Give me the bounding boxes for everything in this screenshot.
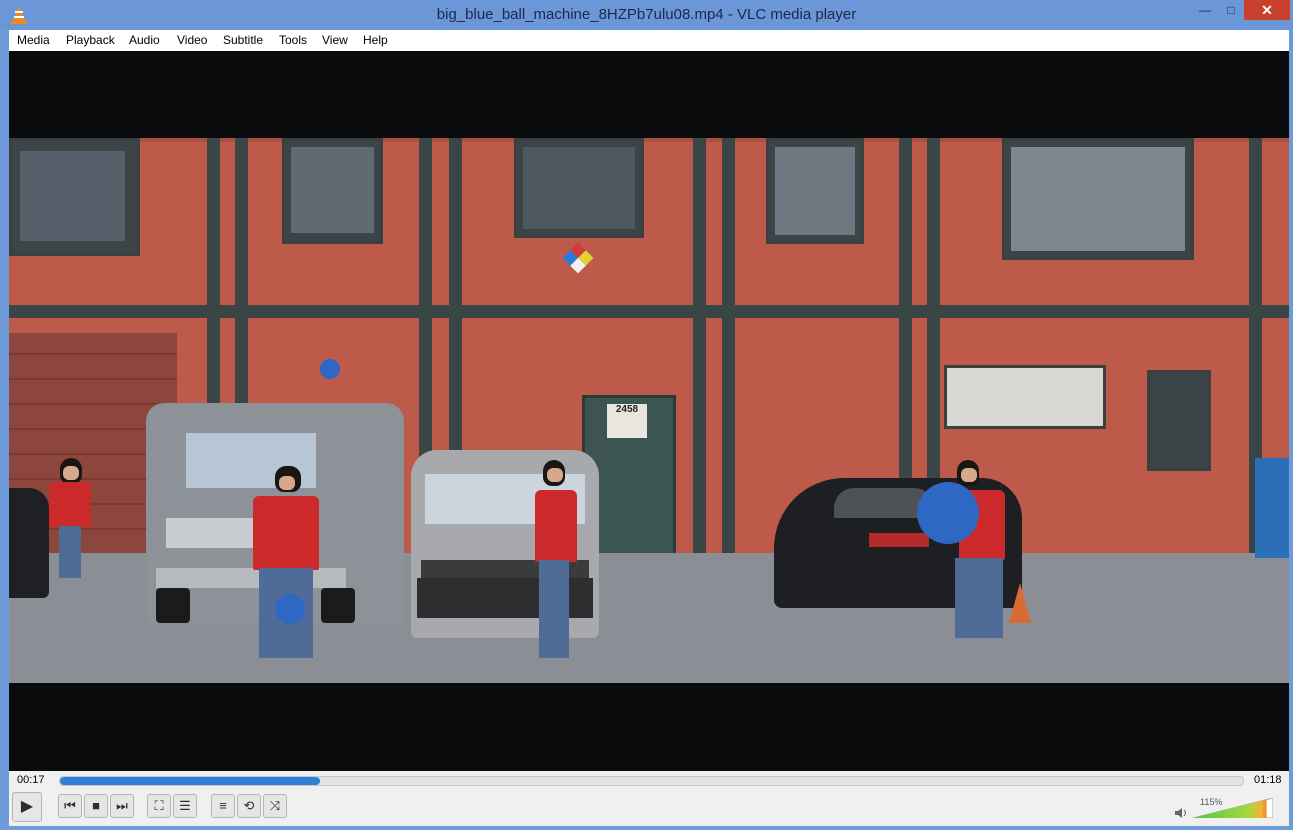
menu-bar: Media Playback Audio Video Subtitle Tool… — [9, 30, 1289, 51]
big-blue-ball — [917, 482, 979, 544]
menu-subtitle[interactable]: Subtitle — [223, 33, 263, 47]
upper-window — [1002, 138, 1194, 260]
parked-car — [9, 488, 49, 598]
play-button[interactable]: ▶ — [12, 792, 42, 822]
menu-video[interactable]: Video — [177, 33, 207, 47]
menu-help[interactable]: Help — [363, 33, 388, 47]
speaker-icon[interactable] — [1174, 806, 1188, 820]
seek-progress — [60, 777, 321, 785]
upper-window — [514, 138, 644, 238]
traffic-cone — [1009, 583, 1031, 623]
upper-window — [766, 138, 864, 244]
close-button[interactable]: ✕ — [1244, 0, 1290, 20]
barred-window — [1147, 370, 1211, 471]
maximize-button[interactable]: □ — [1218, 0, 1244, 20]
pillar — [722, 138, 735, 578]
random-button[interactable]: ⤨ — [263, 794, 287, 818]
menu-view[interactable]: View — [322, 33, 348, 47]
minimize-button[interactable]: — — [1192, 0, 1218, 20]
elapsed-time: 00:17 — [17, 774, 45, 786]
pillar — [693, 138, 706, 578]
fullscreen-button[interactable]: ⛶ — [147, 794, 171, 818]
total-time: 01:18 — [1254, 774, 1282, 786]
menu-tools[interactable]: Tools — [279, 33, 307, 47]
upper-window — [282, 138, 383, 244]
blue-ball — [275, 594, 305, 624]
video-frame: 2458 — [9, 138, 1289, 683]
blue-ball — [320, 359, 340, 379]
window-title: big_blue_ball_machine_8HZPb7ulu08.mp4 - … — [436, 6, 857, 23]
next-button[interactable]: ⏭ — [110, 794, 134, 818]
hazard-placard — [562, 242, 594, 274]
dumpster — [1255, 458, 1289, 558]
video-display[interactable]: 2458 — [9, 51, 1289, 771]
door-number: 2458 — [607, 404, 647, 438]
loop-button[interactable]: ⟲ — [237, 794, 261, 818]
title-bar: big_blue_ball_machine_8HZPb7ulu08.mp4 - … — [0, 0, 1293, 30]
lower-window — [944, 365, 1106, 429]
seek-bar[interactable] — [59, 776, 1244, 786]
building-belt — [9, 305, 1289, 318]
previous-button[interactable]: ⏮ — [58, 794, 82, 818]
menu-playback[interactable]: Playback — [66, 33, 115, 47]
stop-button[interactable]: ■ — [84, 794, 108, 818]
volume-slider[interactable] — [1193, 798, 1273, 818]
playlist-button[interactable]: ≡ — [211, 794, 235, 818]
upper-window — [9, 138, 140, 256]
menu-audio[interactable]: Audio — [129, 33, 160, 47]
menu-media[interactable]: Media — [17, 33, 50, 47]
extended-settings-button[interactable]: ☰ — [173, 794, 197, 818]
controls-panel: 00:17 01:18 ▶ ⏮ ■ ⏭ ⛶ ☰ ≡ ⟲ ⤨ 115% — [9, 771, 1289, 826]
